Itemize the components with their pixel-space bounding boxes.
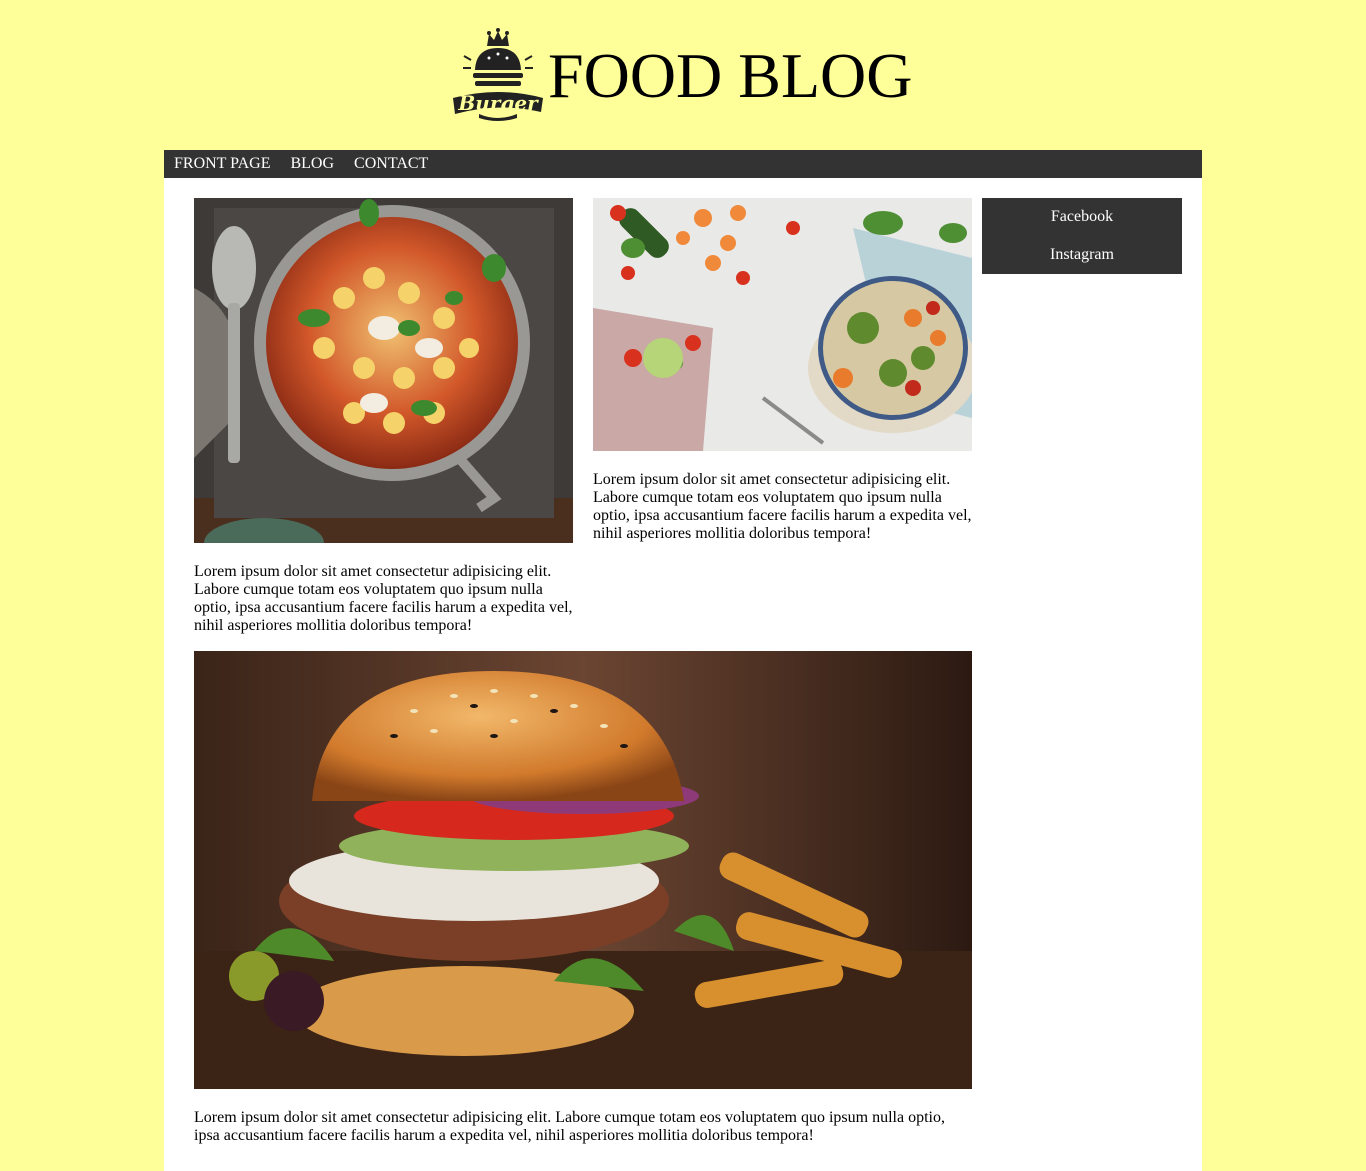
content-area: Lorem ipsum dolor sit amet consectetur a… — [164, 178, 1202, 1171]
vegetable-salad-bowl-photo[interactable] — [593, 198, 972, 451]
post-1-text: Lorem ipsum dolor sit amet consectetur a… — [194, 563, 573, 634]
nav-blog[interactable]: BLOG — [290, 150, 334, 178]
post-3-text: Lorem ipsum dolor sit amet consectetur a… — [194, 1109, 945, 1144]
site-title: FOOD BLOG — [548, 40, 913, 111]
social-links: Facebook Instagram — [982, 198, 1182, 274]
post-2-text: Lorem ipsum dolor sit amet consectetur a… — [593, 471, 972, 542]
main-nav: FRONT PAGE BLOG CONTACT — [164, 150, 1202, 178]
facebook-link[interactable]: Facebook — [982, 208, 1182, 226]
gnocchi-pan-photo[interactable] — [194, 198, 573, 543]
site-header: Burger FOOD BLOG — [0, 0, 1366, 150]
nav-front-page[interactable]: FRONT PAGE — [174, 150, 270, 178]
nav-contact[interactable]: CONTACT — [354, 150, 428, 178]
burger-logo[interactable]: Burger — [449, 28, 547, 122]
instagram-link[interactable]: Instagram — [982, 246, 1182, 264]
svg-text:Burger: Burger — [457, 91, 539, 115]
burger-with-fries-photo[interactable] — [194, 651, 972, 1089]
